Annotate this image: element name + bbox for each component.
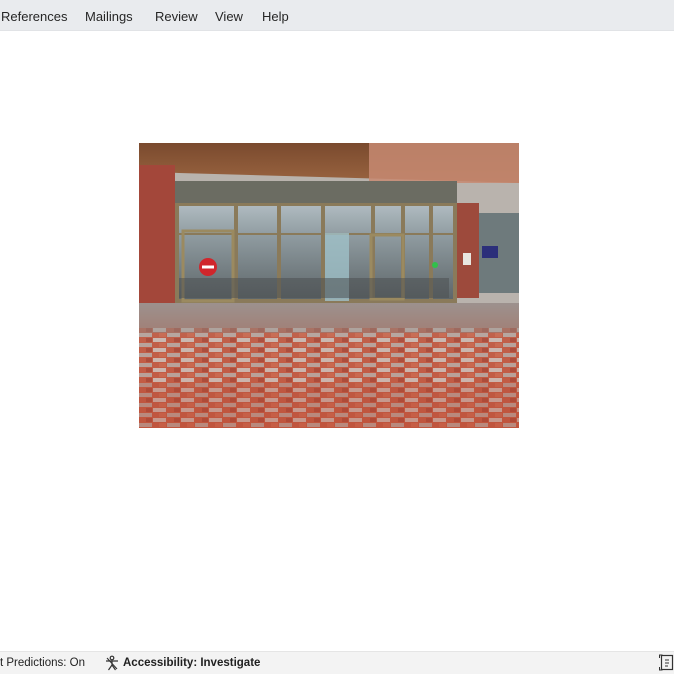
tab-help[interactable]: Help	[262, 0, 289, 31]
accessibility-status[interactable]: Accessibility: Investigate	[104, 652, 260, 674]
word-window: References Mailings Review View Help t P…	[0, 0, 674, 674]
tab-review[interactable]: Review	[155, 0, 198, 31]
text-predictions-status[interactable]: t Predictions: On	[0, 652, 85, 674]
tab-mailings[interactable]: Mailings	[85, 0, 133, 31]
document-canvas[interactable]	[0, 31, 674, 651]
document-image[interactable]	[139, 143, 519, 428]
status-bar: t Predictions: On Accessibility: Investi…	[0, 651, 674, 674]
accessibility-icon	[104, 655, 120, 671]
tab-references[interactable]: References	[1, 0, 67, 31]
ribbon-tab-bar: References Mailings Review View Help	[0, 0, 674, 31]
focus-view-icon[interactable]	[658, 654, 674, 671]
tab-view[interactable]: View	[215, 0, 243, 31]
accessibility-label: Accessibility: Investigate	[123, 657, 261, 669]
